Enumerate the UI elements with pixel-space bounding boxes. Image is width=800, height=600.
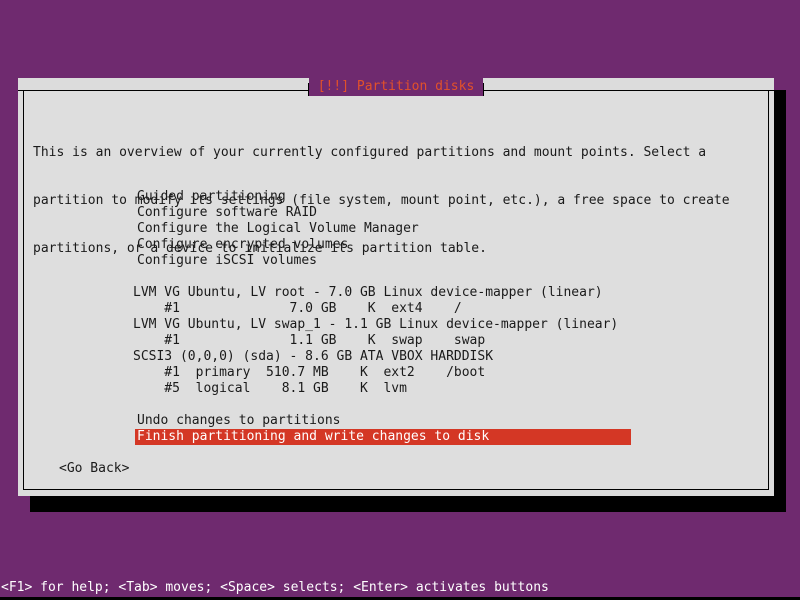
partition-list-row[interactable]: LVM VG Ubuntu, LV root - 7.0 GB Linux de…: [133, 285, 603, 301]
menu-item-configure-lvm[interactable]: Configure the Logical Volume Manager: [137, 221, 419, 237]
menu-item-configure-encrypted[interactable]: Configure encrypted volumes: [137, 237, 348, 253]
title-rule-right: [483, 78, 774, 96]
partition-list-row[interactable]: LVM VG Ubuntu, LV swap_1 - 1.1 GB Linux …: [133, 317, 618, 333]
undo-changes-item[interactable]: Undo changes to partitions: [137, 413, 341, 429]
partition-list-row[interactable]: SCSI3 (0,0,0) (sda) - 8.6 GB ATA VBOX HA…: [133, 349, 493, 365]
dialog-panel: This is an overview of your currently co…: [23, 90, 769, 490]
title-rule-left: [18, 78, 309, 96]
partition-list-row[interactable]: #1 primary 510.7 MB K ext2 /boot: [133, 365, 485, 381]
finish-partitioning-item[interactable]: Finish partitioning and write changes to…: [135, 429, 631, 445]
dialog-title: [!!] Partition disks: [308, 78, 484, 96]
partition-list-row[interactable]: #5 logical 8.1 GB K lvm: [133, 381, 407, 397]
menu-item-configure-raid[interactable]: Configure software RAID: [137, 205, 317, 221]
finish-partitioning-label: Finish partitioning and write changes to…: [137, 429, 490, 444]
dialog-content: This is an overview of your currently co…: [24, 91, 768, 489]
description-text: This is an overview of your currently co…: [33, 113, 730, 256]
installer-screen: [!!] Partition disks This is an overview…: [0, 0, 800, 600]
partition-list-row[interactable]: #1 7.0 GB K ext4 /: [133, 301, 461, 317]
go-back-button[interactable]: <Go Back>: [59, 461, 129, 477]
description-line-1: This is an overview of your currently co…: [33, 145, 707, 160]
menu-item-configure-iscsi[interactable]: Configure iSCSI volumes: [137, 253, 317, 269]
status-bar-help-text: <F1> for help; <Tab> moves; <Space> sele…: [1, 580, 549, 595]
partition-list-row[interactable]: #1 1.1 GB K swap swap: [133, 333, 485, 349]
menu-item-guided-partitioning[interactable]: Guided partitioning: [137, 189, 286, 205]
dialog-titlebar: [!!] Partition disks: [18, 78, 774, 96]
partition-disks-dialog: [!!] Partition disks This is an overview…: [18, 78, 774, 496]
